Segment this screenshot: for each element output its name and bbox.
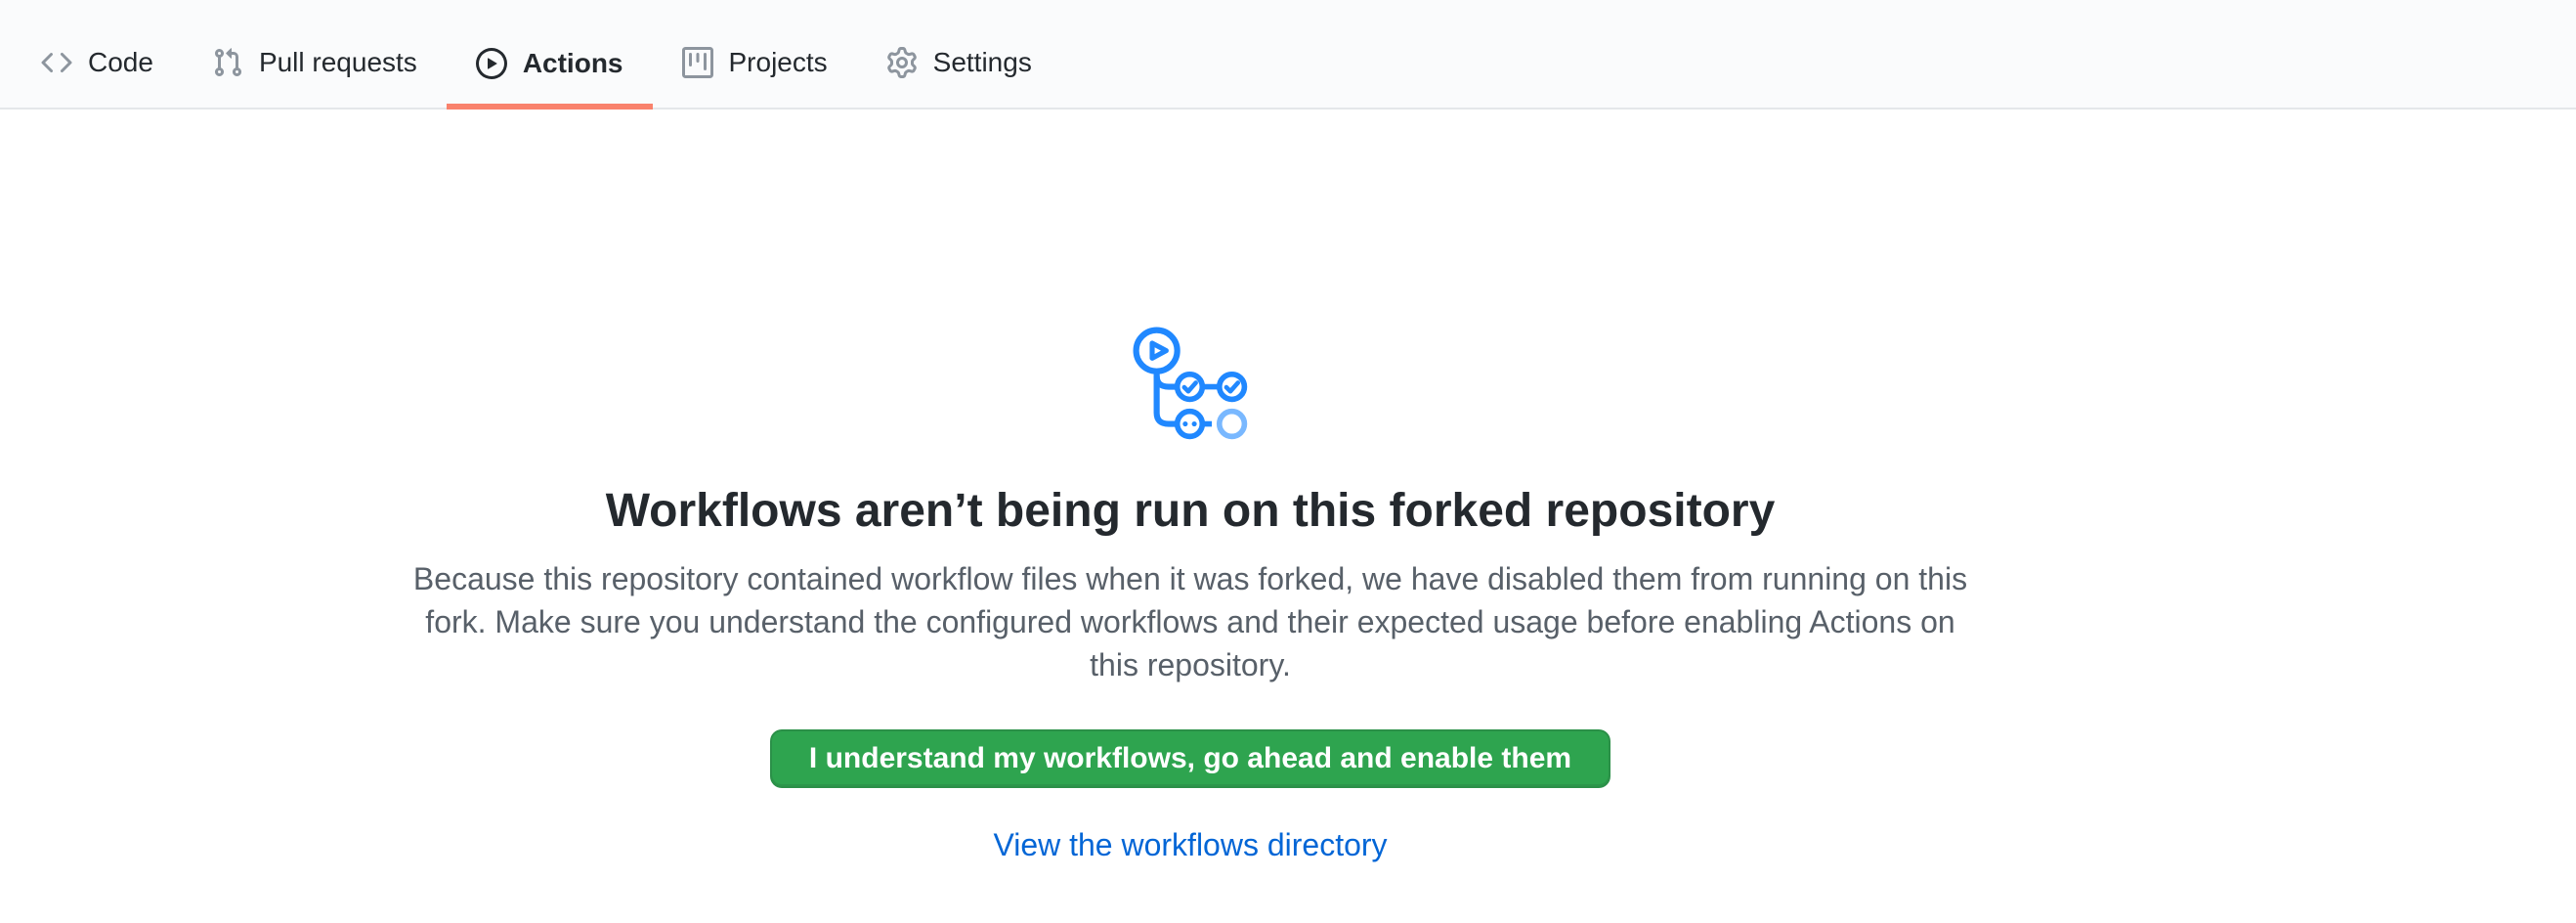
tab-projects-label: Projects [729, 49, 828, 76]
gear-icon [886, 47, 918, 78]
project-icon [682, 47, 713, 78]
blankslate-description: Because this repository contained workfl… [399, 557, 1982, 686]
play-icon [476, 48, 507, 79]
blankslate-heading: Workflows aren’t being run on this forke… [360, 483, 2021, 540]
tab-code-label: Code [88, 49, 153, 76]
tab-settings-label: Settings [933, 49, 1032, 76]
git-pull-request-icon [212, 47, 243, 78]
enable-workflows-button[interactable]: I understand my workflows, go ahead and … [770, 729, 1610, 788]
tab-projects[interactable]: Projects [653, 0, 857, 108]
tab-actions-label: Actions [523, 50, 623, 77]
code-icon [41, 47, 72, 78]
actions-blankslate: Workflows aren’t being run on this forke… [360, 110, 2021, 863]
view-workflows-directory-link[interactable]: View the workflows directory [993, 827, 1387, 863]
tab-actions[interactable]: Actions [447, 0, 653, 110]
tab-settings[interactable]: Settings [857, 0, 1061, 108]
repository-page: Code Pull requests Actions Projects Sett [0, 0, 2576, 923]
workflow-graph-icon [1133, 327, 1248, 440]
tab-code[interactable]: Code [12, 0, 183, 108]
repo-tab-nav: Code Pull requests Actions Projects Sett [0, 0, 2576, 110]
tab-pull-requests[interactable]: Pull requests [183, 0, 447, 108]
tab-pull-requests-label: Pull requests [259, 49, 417, 76]
